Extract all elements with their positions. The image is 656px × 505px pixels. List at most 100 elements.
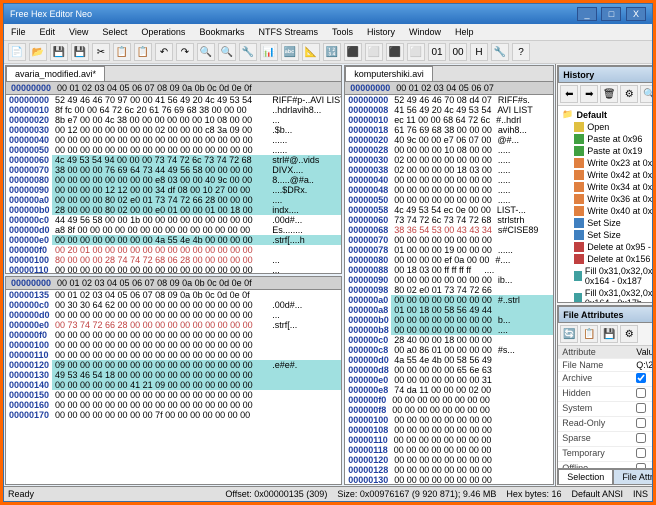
history-item[interactable]: Open <box>560 121 652 133</box>
close-button[interactable]: X <box>626 7 646 21</box>
toolbar-button-21[interactable]: 00 <box>449 43 467 61</box>
history-item[interactable]: Write 0x23 at 0x177 <box>560 157 652 169</box>
history-item-label: Fill 0x31,0x32,0x33 at 0x164 - 0x187 <box>585 266 652 286</box>
menu-ntfs-streams[interactable]: NTFS Streams <box>255 26 321 38</box>
history-toolbar-2[interactable]: 🗑 <box>600 85 618 103</box>
attr-row-file-name: File NameQ:\2\avaria_modified <box>558 359 652 372</box>
minimize-button[interactable]: _ <box>577 7 597 21</box>
menu-window[interactable]: Window <box>406 26 444 38</box>
history-item-label: Delete at 0x156 <box>587 254 650 264</box>
toolbar-button-0[interactable]: 📄 <box>8 43 26 61</box>
attr-row-read-only: Read-Only <box>558 417 652 432</box>
toolbar-button-12[interactable]: 📊 <box>260 43 278 61</box>
history-item[interactable]: Fill 0x31,0x32,0x33 at 0x164 - 0x187 <box>560 265 652 287</box>
history-item-icon <box>574 230 584 240</box>
menu-operations[interactable]: Operations <box>138 26 188 38</box>
history-item[interactable]: Write 0x42 at 0x179 <box>560 169 652 181</box>
history-toolbar-3[interactable]: ⚙ <box>620 85 638 103</box>
attr-checkbox-hidden[interactable] <box>636 388 646 398</box>
toolbar-button-20[interactable]: 01 <box>428 43 446 61</box>
toolbar-button-9[interactable]: 🔍 <box>197 43 215 61</box>
attr-checkbox-system[interactable] <box>636 403 646 413</box>
attr-checkbox-archive[interactable] <box>636 373 646 383</box>
tab-right-file[interactable]: komputershiki.avi <box>345 66 433 81</box>
attr-checkbox-sparse[interactable] <box>636 433 646 443</box>
history-item[interactable]: Delete at 0x156 <box>560 253 652 265</box>
history-toolbar-0[interactable]: ⬅ <box>560 85 578 103</box>
toolbar-button-18[interactable]: ⬛ <box>386 43 404 61</box>
history-item[interactable]: Fill 0x31,0x32,0x33 at 0x164 - 0x17b <box>560 287 652 302</box>
history-toolbar-4[interactable]: 🔍 <box>640 85 652 103</box>
toolbar-button-3[interactable]: 💾 <box>71 43 89 61</box>
attrs-toolbar-2[interactable]: 💾 <box>600 325 618 343</box>
tab-selection[interactable]: Selection <box>558 469 613 484</box>
attr-checkbox-temporary[interactable] <box>636 448 646 458</box>
history-item-icon <box>574 194 584 204</box>
toolbar-button-6[interactable]: 📋 <box>134 43 152 61</box>
history-item[interactable]: Paste at 0x96 <box>560 133 652 145</box>
app-title: Free Hex Editor Neo <box>10 9 92 19</box>
hex-view-left-bottom[interactable]: 0000013500 01 02 03 04 05 06 07 08 09 0a… <box>6 290 341 484</box>
menu-view[interactable]: View <box>66 26 91 38</box>
history-item-label: Paste at 0x19 <box>587 146 642 156</box>
history-item-icon <box>574 134 584 144</box>
status-size: Size: 0x00976167 (9 920 871); 9.46 MB <box>337 489 496 499</box>
attrs-title: File Attributes <box>563 310 623 320</box>
toolbar-button-5[interactable]: 📋 <box>113 43 131 61</box>
toolbar-button-13[interactable]: 🔤 <box>281 43 299 61</box>
hex-view-left-top[interactable]: 0000000052 49 46 46 70 97 00 00 41 56 49… <box>6 95 341 273</box>
attrs-toolbar-0[interactable]: 🔄 <box>560 325 578 343</box>
attrs-toolbar-1[interactable]: 📋 <box>580 325 598 343</box>
status-encoding: Default ANSI <box>571 489 623 499</box>
history-item-label: Write 0x40 at 0x17b <box>587 206 652 216</box>
toolbar-button-22[interactable]: H <box>470 43 488 61</box>
attrs-toolbar-3[interactable]: ⚙ <box>620 325 638 343</box>
toolbar-button-11[interactable]: 🔧 <box>239 43 257 61</box>
menu-bookmarks[interactable]: Bookmarks <box>196 26 247 38</box>
history-item[interactable]: Set Size <box>560 229 652 241</box>
history-item-icon <box>574 242 584 252</box>
history-item[interactable]: Set Size <box>560 217 652 229</box>
menu-select[interactable]: Select <box>99 26 130 38</box>
history-item-label: Write 0x34 at 0x179 <box>587 182 652 192</box>
history-item[interactable]: Write 0x40 at 0x17b <box>560 205 652 217</box>
toolbar-button-4[interactable]: ✂ <box>92 43 110 61</box>
toolbar-button-10[interactable]: 🔍 <box>218 43 236 61</box>
history-item-icon <box>574 218 584 228</box>
attr-row-system: System <box>558 402 652 417</box>
attr-row-hidden: Hidden <box>558 387 652 402</box>
history-list[interactable]: 📁 DefaultOpenPaste at 0x96Paste at 0x19W… <box>558 106 652 302</box>
menu-help[interactable]: Help <box>452 26 477 38</box>
history-item-icon <box>574 170 584 180</box>
tab-file-attributes[interactable]: File Attributes <box>613 469 652 484</box>
tab-left-file[interactable]: avaria_modified.avi* <box>6 66 105 81</box>
toolbar-button-14[interactable]: 📐 <box>302 43 320 61</box>
history-item[interactable]: Write 0x34 at 0x179 <box>560 181 652 193</box>
toolbar-button-1[interactable]: 📂 <box>29 43 47 61</box>
toolbar-button-17[interactable]: ⬜ <box>365 43 383 61</box>
history-item[interactable]: Delete at 0x95 - 0xb7 <box>560 241 652 253</box>
menu-edit[interactable]: Edit <box>37 26 59 38</box>
history-item[interactable]: Paste at 0x19 <box>560 145 652 157</box>
toolbar-button-19[interactable]: ⬜ <box>407 43 425 61</box>
attr-row-temporary: Temporary <box>558 447 652 462</box>
titlebar: Free Hex Editor Neo _ □ X <box>4 4 652 24</box>
history-root[interactable]: 📁 Default <box>560 108 652 121</box>
toolbar-button-2[interactable]: 💾 <box>50 43 68 61</box>
history-item[interactable]: Write 0x36 at 0x17a <box>560 193 652 205</box>
toolbar-button-16[interactable]: ⬛ <box>344 43 362 61</box>
menu-file[interactable]: File <box>8 26 29 38</box>
toolbar-button-8[interactable]: ↷ <box>176 43 194 61</box>
toolbar-button-23[interactable]: 🔧 <box>491 43 509 61</box>
history-toolbar-1[interactable]: ➡ <box>580 85 598 103</box>
menu-history[interactable]: History <box>364 26 398 38</box>
hex-view-right[interactable]: 0000000052 49 46 46 70 08 d4 07RIFF#s.00… <box>345 95 553 484</box>
toolbar-button-7[interactable]: ↶ <box>155 43 173 61</box>
toolbar-button-15[interactable]: 🔢 <box>323 43 341 61</box>
status-offset: Offset: 0x00000135 (309) <box>225 489 327 499</box>
history-item-icon <box>574 271 582 281</box>
attr-checkbox-read-only[interactable] <box>636 418 646 428</box>
toolbar-button-24[interactable]: ? <box>512 43 530 61</box>
menu-tools[interactable]: Tools <box>329 26 356 38</box>
maximize-button[interactable]: □ <box>601 7 621 21</box>
